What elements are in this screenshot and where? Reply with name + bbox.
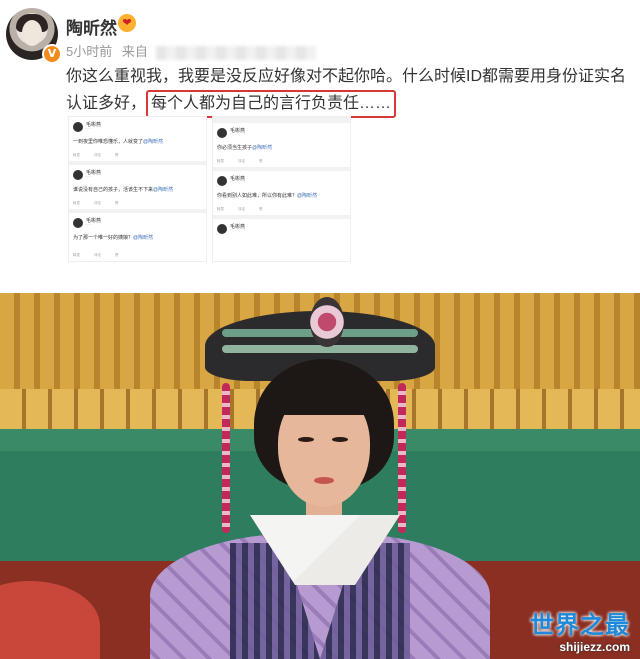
right-eye	[332, 437, 348, 442]
commenter-avatar	[73, 170, 83, 180]
comment-time: ·····	[230, 229, 236, 233]
embedded-screenshot-left[interactable]: 毛彬燕 ····· 一到夜里你唯恐懂乐，人就变了@陶昕然 转发 评论赞 毛彬燕 ·…	[68, 116, 207, 262]
highlighted-text: 每个人都为自己的言行负责任……	[146, 90, 397, 118]
comment-card: 毛彬燕 ····· 你必须当生孩子@陶昕然 转发 评论赞	[213, 123, 350, 171]
commenter-avatar	[217, 176, 227, 186]
username[interactable]: 陶昕然	[66, 14, 117, 39]
commenter-avatar	[217, 224, 227, 234]
post-meta: 5小时前 来自	[66, 41, 316, 60]
verified-badge-icon: V	[42, 44, 62, 64]
comment-text: 你看到别人如此难，所以你有此难？@陶昕然	[217, 193, 318, 199]
post-source-label: 来自	[121, 44, 148, 59]
left-tassel	[222, 383, 230, 533]
post-text: 你这么重视我，我要是没反应好像对不起你哈。什么时候ID都需要用身份证实名认证多好…	[66, 63, 638, 118]
comment-actions: 转发 评论赞	[73, 201, 119, 205]
embedded-screenshot-right[interactable]: 毛彬燕 ····· 你必须当生孩子@陶昕然 转发 评论赞 毛彬燕 ····· 你看…	[212, 116, 351, 262]
comment-card: 毛彬燕 ····· 为了那一个唯一好的姨娘？@陶昕然 转发 评论赞	[69, 213, 206, 261]
headdress-ornament	[222, 345, 418, 353]
fan-badge-icon: ❤	[118, 14, 136, 32]
avatar-face	[22, 20, 42, 46]
headdress-flower	[310, 297, 344, 347]
comment-actions: 转发 评论赞	[73, 253, 119, 257]
left-eye	[298, 437, 314, 442]
comment-time: ·····	[230, 133, 236, 137]
right-tassel	[398, 383, 406, 533]
post-time: 5小时前	[66, 44, 113, 59]
watermark-domain: shijiezz.com	[559, 640, 630, 654]
comment-card: 毛彬燕 ·····	[213, 219, 350, 259]
comment-card: 毛彬燕 ····· 一到夜里你唯恐懂乐，人就变了@陶昕然 转发 评论赞	[69, 117, 206, 165]
comment-text: 谁说没有自己的孩子，活该生不下来@陶昕然	[73, 187, 174, 193]
comment-actions: 转发 评论赞	[217, 159, 263, 163]
commenter-avatar	[73, 218, 83, 228]
comment-text: 为了那一个唯一好的姨娘？@陶昕然	[73, 235, 154, 241]
comment-time: ·····	[86, 127, 92, 131]
comment-time: ·····	[230, 181, 236, 185]
site-watermark: 世界之最 shijiezz.com	[530, 605, 630, 654]
commenter-avatar	[73, 122, 83, 132]
comment-time: ·····	[86, 223, 92, 227]
commenter-avatar	[217, 128, 227, 138]
actress-bangs	[276, 381, 374, 415]
comment-actions: 转发 评论赞	[73, 153, 119, 157]
comment-actions: 转发 评论赞	[217, 207, 263, 211]
comment-time: ·····	[86, 175, 92, 179]
blurred-source	[155, 45, 316, 60]
lips	[314, 477, 334, 484]
drama-still-photo[interactable]: 世界之最 shijiezz.com	[0, 293, 640, 659]
comment-text: 你必须当生孩子@陶昕然	[217, 145, 273, 151]
comment-card: 毛彬燕 ····· 你看到别人如此难，所以你有此难？@陶昕然 转发 评论赞	[213, 171, 350, 219]
comment-text: 一到夜里你唯恐懂乐，人就变了@陶昕然	[73, 139, 164, 145]
watermark-title: 世界之最	[530, 611, 630, 639]
comment-card: 毛彬燕 ····· 谁说没有自己的孩子，活该生不下来@陶昕然 转发 评论赞	[69, 165, 206, 213]
